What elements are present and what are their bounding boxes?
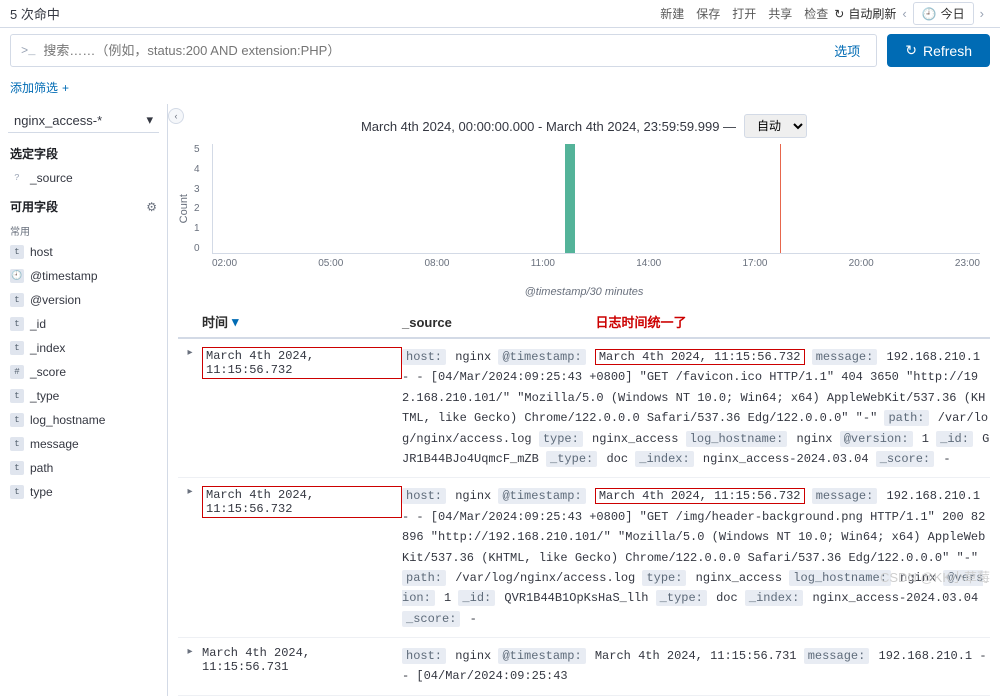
interval-select[interactable]: 自动 [744,114,807,138]
share-link[interactable]: 共享 [768,5,792,22]
open-link[interactable]: 打开 [732,5,756,22]
field-path[interactable]: tpath [0,456,167,480]
text-field-icon: t [10,485,24,499]
chart-plot[interactable] [212,144,980,254]
add-filter-link[interactable]: 添加筛选 + [10,79,69,96]
prompt-icon: >_ [21,44,35,58]
text-field-icon: t [10,293,24,307]
y-axis-ticks: 543210 [194,144,200,254]
text-field-icon: t [10,413,24,427]
new-link[interactable]: 新建 [660,5,684,22]
now-marker [780,144,781,253]
text-field-icon: t [10,245,24,259]
sidebar: nginx_access-* ▾ 选定字段 ? _source 可用字段 ⚙ 常… [0,104,168,696]
table-header: 时间 ▾ _source 日志时间统一了 [178,306,990,339]
watermark: CSDN @KK小草莓 [880,567,990,586]
field-id[interactable]: t_id [0,312,167,336]
filter-row: 添加筛选 + [0,73,1000,104]
question-icon: ? [10,171,24,185]
field-message[interactable]: tmessage [0,432,167,456]
top-bar: 5 次命中 新建 保存 打开 共享 检查 ↻ 自动刷新 ‹ 🕘 今日 › [0,0,1000,28]
table-row: ▸March 4th 2024, 11:15:56.732host: nginx… [178,339,990,478]
field-type[interactable]: t_type [0,384,167,408]
field-log-hostname[interactable]: tlog_hostname [0,408,167,432]
time-range-label: March 4th 2024, 00:00:00.000 - March 4th… [361,119,736,134]
y-axis-label: Count [178,194,190,223]
available-fields-title: 可用字段 [10,198,58,215]
gear-icon[interactable]: ⚙ [146,200,157,214]
field-timestamp[interactable]: 🕘@timestamp [0,264,167,288]
expand-row-button[interactable]: ▸ [178,486,202,629]
time-header: March 4th 2024, 00:00:00.000 - March 4th… [168,104,1000,144]
search-box[interactable]: >_ 选项 [10,34,877,67]
content: ‹ March 4th 2024, 00:00:00.000 - March 4… [168,104,1000,696]
index-pattern-select[interactable]: nginx_access-* ▾ [8,108,159,133]
source-cell: host: nginx @timestamp: March 4th 2024, … [402,646,990,687]
source-column-header: _source 日志时间统一了 [402,312,990,331]
clock-icon: 🕘 [922,7,937,21]
sort-desc-icon: ▾ [232,314,239,330]
field-index[interactable]: t_index [0,336,167,360]
x-axis-label: @timestamp/30 minutes [168,284,1000,306]
collapse-sidebar-button[interactable]: ‹ [168,108,184,124]
field-type2[interactable]: ttype [0,480,167,504]
selected-fields-title: 选定字段 [0,137,167,166]
histogram-bar[interactable] [565,144,575,253]
chevron-down-icon: ▾ [146,112,153,128]
field-source[interactable]: ? _source [0,166,167,190]
annotation-text: 日志时间统一了 [596,315,687,330]
text-field-icon: t [10,437,24,451]
search-row: >_ 选项 ↻ Refresh [0,28,1000,73]
plus-icon: + [62,81,69,95]
text-field-icon: t [10,317,24,331]
field-score[interactable]: #_score [0,360,167,384]
expand-row-button[interactable]: ▸ [178,646,202,687]
prev-range-button[interactable]: ‹ [896,6,912,21]
time-range-button[interactable]: 🕘 今日 [913,2,974,25]
doc-table: 时间 ▾ _source 日志时间统一了 ▸March 4th 2024, 11… [168,306,1000,696]
hits-count: 5 次命中 [10,4,60,23]
time-column-header[interactable]: 时间 ▾ [202,312,402,331]
inspect-link[interactable]: 检查 [804,5,828,22]
histogram-chart: Count 543210 02:0005:0008:0011:0014:0017… [168,144,1000,284]
field-version[interactable]: t@version [0,288,167,312]
options-link[interactable]: 选项 [834,41,860,60]
time-cell: March 4th 2024, 11:15:56.732 [202,347,402,469]
text-field-icon: t [10,389,24,403]
field-host[interactable]: thost [0,240,167,264]
save-link[interactable]: 保存 [696,5,720,22]
time-cell: March 4th 2024, 11:15:56.731 [202,646,402,687]
x-axis-ticks: 02:0005:0008:0011:0014:0017:0020:0023:00 [212,258,980,269]
time-cell: March 4th 2024, 11:15:56.732 [202,486,402,629]
table-row: ▸March 4th 2024, 11:15:56.731host: nginx… [178,638,990,696]
refresh-icon: ↻ [905,42,917,59]
number-field-icon: # [10,365,24,379]
main: nginx_access-* ▾ 选定字段 ? _source 可用字段 ⚙ 常… [0,104,1000,696]
expand-row-button[interactable]: ▸ [178,347,202,469]
refresh-cycle-icon: ↻ [834,7,844,21]
auto-refresh[interactable]: ↻ 自动刷新 [834,5,896,22]
table-row: ▸March 4th 2024, 11:15:56.732host: nginx… [178,478,990,638]
popular-label: 常用 [0,219,167,240]
refresh-button[interactable]: ↻ Refresh [887,34,990,67]
clock-field-icon: 🕘 [10,269,24,283]
search-input[interactable] [43,43,828,58]
text-field-icon: t [10,341,24,355]
source-cell: host: nginx @timestamp: March 4th 2024, … [402,347,990,469]
text-field-icon: t [10,461,24,475]
next-range-button[interactable]: › [974,6,990,21]
source-cell: host: nginx @timestamp: March 4th 2024, … [402,486,990,629]
